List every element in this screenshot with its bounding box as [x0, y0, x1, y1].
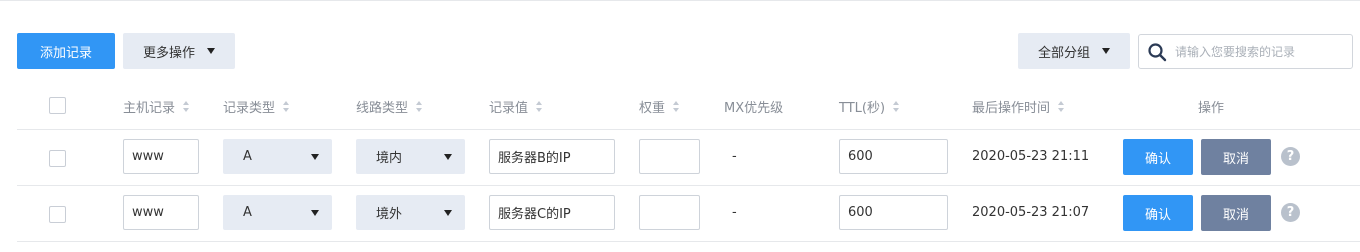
- weight-input[interactable]: [639, 139, 700, 174]
- record-value-input[interactable]: 服务器B的IP: [489, 139, 615, 174]
- add-record-label: 添加记录: [39, 45, 92, 61]
- more-actions-dropdown[interactable]: 更多操作: [123, 33, 235, 69]
- sort-icon[interactable]: [183, 101, 190, 112]
- caret-down-icon: [207, 48, 215, 54]
- header-divider: [17, 129, 1360, 130]
- confirm-label: 确认: [1144, 207, 1171, 223]
- confirm-button[interactable]: 确认: [1123, 139, 1193, 175]
- header-type-label: 记录类型: [223, 101, 276, 116]
- row-divider: [17, 185, 1360, 186]
- cancel-button[interactable]: 取消: [1201, 139, 1271, 175]
- record-type-select[interactable]: A: [223, 195, 332, 230]
- row-checkbox[interactable]: [49, 206, 66, 223]
- header-mx: MX优先级: [724, 97, 783, 116]
- sort-icon[interactable]: [673, 101, 680, 112]
- header-value-label: 记录值: [489, 101, 529, 116]
- host-input[interactable]: www: [123, 139, 199, 174]
- mx-priority-value: -: [732, 149, 737, 164]
- header-value[interactable]: 记录值: [489, 97, 543, 116]
- updated-time: 2020-05-23 21:07: [972, 205, 1090, 220]
- record-value: 服务器C的IP: [498, 207, 571, 222]
- group-filter-label: 全部分组: [1037, 45, 1090, 61]
- ttl-value: 600: [848, 205, 873, 220]
- line-type-value: 境外: [376, 207, 403, 222]
- row-checkbox[interactable]: [49, 150, 66, 167]
- top-divider: [0, 0, 1360, 1]
- confirm-button[interactable]: 确认: [1123, 195, 1193, 231]
- header-weight-label: 权重: [639, 101, 666, 116]
- header-line[interactable]: 线路类型: [356, 97, 423, 116]
- updated-time: 2020-05-23 21:11: [972, 149, 1090, 164]
- ttl-input[interactable]: 600: [839, 195, 948, 230]
- search-icon[interactable]: [1147, 42, 1167, 62]
- caret-down-icon: [444, 209, 452, 216]
- sort-icon[interactable]: [893, 101, 900, 112]
- confirm-label: 确认: [1144, 151, 1171, 167]
- more-actions-label: 更多操作: [142, 45, 195, 61]
- group-filter-dropdown[interactable]: 全部分组: [1018, 33, 1130, 69]
- mx-priority-value: -: [732, 205, 737, 220]
- header-weight[interactable]: 权重: [639, 97, 680, 116]
- sort-icon[interactable]: [536, 101, 543, 112]
- record-type-value: A: [243, 205, 252, 220]
- caret-down-icon: [311, 209, 319, 216]
- header-host[interactable]: 主机记录: [123, 97, 190, 116]
- caret-down-icon: [444, 153, 452, 160]
- header-actions-label: 操作: [1198, 101, 1225, 116]
- search-box[interactable]: [1138, 34, 1353, 69]
- record-type-select[interactable]: A: [223, 139, 332, 174]
- header-host-label: 主机记录: [123, 101, 176, 116]
- help-icon[interactable]: ?: [1281, 147, 1300, 166]
- help-icon[interactable]: ?: [1281, 203, 1300, 222]
- ttl-input[interactable]: 600: [839, 139, 948, 174]
- row-divider: [17, 241, 1360, 242]
- caret-down-icon: [1102, 48, 1110, 54]
- header-updated[interactable]: 最后操作时间: [972, 97, 1065, 116]
- header-line-label: 线路类型: [356, 101, 409, 116]
- caret-down-icon: [311, 153, 319, 160]
- host-input[interactable]: www: [123, 195, 199, 230]
- header-updated-label: 最后操作时间: [972, 101, 1051, 116]
- cancel-label: 取消: [1222, 151, 1249, 167]
- select-all-checkbox[interactable]: [49, 97, 66, 114]
- header-actions: 操作: [1198, 97, 1224, 116]
- line-type-value: 境内: [376, 151, 403, 166]
- header-ttl[interactable]: TTL(秒): [839, 97, 900, 116]
- record-value: 服务器B的IP: [498, 151, 571, 166]
- sort-icon[interactable]: [1058, 101, 1065, 112]
- host-value: www: [132, 205, 164, 220]
- cancel-label: 取消: [1222, 207, 1249, 223]
- add-record-button[interactable]: 添加记录: [17, 33, 115, 69]
- cancel-button[interactable]: 取消: [1201, 195, 1271, 231]
- ttl-value: 600: [848, 149, 873, 164]
- record-type-value: A: [243, 149, 252, 164]
- sort-icon[interactable]: [416, 101, 423, 112]
- record-value-input[interactable]: 服务器C的IP: [489, 195, 615, 230]
- header-ttl-label: TTL(秒): [839, 101, 886, 116]
- line-type-select[interactable]: 境外: [356, 195, 465, 230]
- search-input[interactable]: [1175, 44, 1335, 59]
- sort-icon[interactable]: [283, 101, 290, 112]
- weight-input[interactable]: [639, 195, 700, 230]
- host-value: www: [132, 149, 164, 164]
- header-mx-label: MX优先级: [724, 101, 784, 116]
- line-type-select[interactable]: 境内: [356, 139, 465, 174]
- header-type[interactable]: 记录类型: [223, 97, 290, 116]
